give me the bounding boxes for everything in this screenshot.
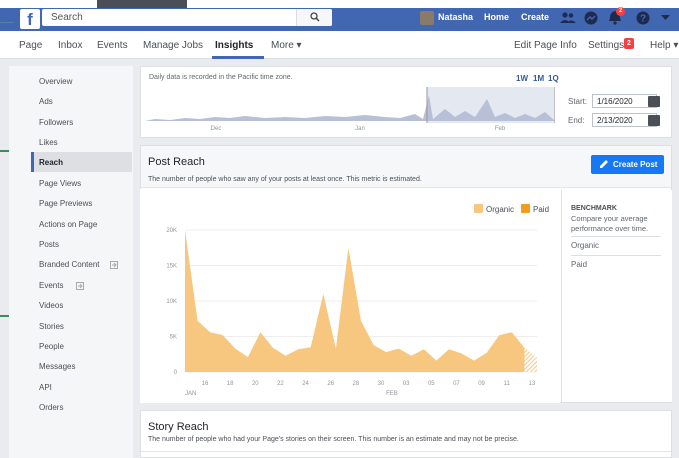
timezone-note: Daily data is recorded in the Pacific ti… bbox=[149, 74, 293, 81]
story-reach-description: The number of people who had your Page's… bbox=[148, 436, 519, 443]
calendar-icon[interactable] bbox=[648, 115, 660, 126]
sidebar-item-people[interactable]: People bbox=[39, 342, 64, 351]
x-tick-label: 13 bbox=[529, 381, 536, 387]
calendar-icon[interactable] bbox=[648, 96, 660, 107]
x-tick-label: 18 bbox=[227, 381, 234, 387]
sidebar-item-page-previews[interactable]: Page Previews bbox=[39, 199, 92, 208]
y-tick-label: 10K bbox=[166, 299, 177, 305]
sidebar-item-page-views[interactable]: Page Views bbox=[39, 179, 81, 188]
external-link-icon bbox=[110, 261, 118, 269]
sidebar-item-likes[interactable]: Likes bbox=[39, 138, 58, 147]
sidebar-item-orders[interactable]: Orders bbox=[39, 403, 63, 412]
friends-icon[interactable] bbox=[560, 12, 576, 24]
settings-link[interactable]: Settings bbox=[588, 40, 624, 51]
avatar[interactable] bbox=[420, 11, 434, 25]
edit-page-info-link[interactable]: Edit Page Info bbox=[514, 40, 577, 51]
overview-month-label: Dec bbox=[210, 126, 222, 132]
sidebar-item-actions-on-page[interactable]: Actions on Page bbox=[39, 220, 97, 229]
range-overview-chart[interactable] bbox=[145, 87, 555, 127]
sidebar-item-reach[interactable]: Reach bbox=[39, 158, 63, 167]
profile-link[interactable]: Natasha bbox=[438, 12, 473, 22]
edge-line bbox=[0, 22, 14, 23]
help-icon[interactable]: ? bbox=[636, 11, 650, 25]
x-tick-label: 16 bbox=[202, 381, 209, 387]
sidebar-item-posts[interactable]: Posts bbox=[39, 240, 59, 249]
reach-area-plot: 20K 15K 10K 5K 0 16 18 20 22 24 26 28 30 03 05 07 09 11 13… bbox=[166, 228, 537, 397]
y-tick-label: 0 bbox=[174, 370, 178, 376]
sidebar-item-messages[interactable]: Messages bbox=[39, 362, 75, 371]
divider bbox=[141, 451, 671, 452]
settings-badge: 2 bbox=[624, 38, 634, 49]
external-link-icon bbox=[76, 282, 84, 290]
facebook-logo-icon[interactable]: f bbox=[20, 9, 40, 29]
svg-text:?: ? bbox=[640, 14, 646, 25]
x-month-label: JAN bbox=[185, 391, 196, 397]
sidebar-item-videos[interactable]: Videos bbox=[39, 301, 63, 310]
messenger-icon[interactable] bbox=[584, 11, 598, 25]
sidebar-item-overview[interactable]: Overview bbox=[39, 77, 72, 86]
chevron-down-icon[interactable] bbox=[661, 15, 670, 21]
search-button[interactable] bbox=[296, 9, 332, 26]
magnifier-icon bbox=[310, 12, 320, 22]
benchmark-paid[interactable]: Paid bbox=[571, 260, 587, 269]
start-label: Start: bbox=[568, 97, 588, 106]
nav-page[interactable]: Page bbox=[19, 40, 42, 51]
range-1q[interactable]: 1Q bbox=[548, 74, 559, 83]
y-tick-label: 5K bbox=[170, 335, 177, 341]
active-tab-indicator bbox=[212, 56, 264, 59]
nav-insights[interactable]: Insights bbox=[215, 40, 253, 51]
sidebar-item-api[interactable]: API bbox=[39, 383, 52, 392]
overview-month-label: Feb bbox=[494, 126, 506, 132]
x-tick-label: 11 bbox=[504, 381, 511, 387]
divider bbox=[571, 236, 661, 237]
post-reach-title: Post Reach bbox=[148, 156, 205, 168]
nav-manage-jobs[interactable]: Manage Jobs bbox=[143, 40, 203, 51]
benchmark-organic[interactable]: Organic bbox=[571, 241, 599, 250]
sidebar-item-events[interactable]: Events bbox=[39, 281, 63, 290]
window-tab bbox=[97, 0, 187, 8]
x-tick-label: 26 bbox=[327, 381, 334, 387]
divider bbox=[571, 255, 661, 256]
search-input[interactable]: Search bbox=[42, 9, 332, 26]
x-tick-label: 22 bbox=[277, 381, 284, 387]
x-tick-label: 05 bbox=[428, 381, 435, 387]
x-month-label: FEB bbox=[386, 391, 398, 397]
create-link[interactable]: Create bbox=[521, 12, 549, 22]
x-tick-label: 09 bbox=[478, 381, 485, 387]
benchmark-title: BENCHMARK bbox=[571, 205, 617, 212]
x-tick-label: 28 bbox=[353, 381, 360, 387]
nav-inbox[interactable]: Inbox bbox=[58, 40, 82, 51]
sidebar-item-stories[interactable]: Stories bbox=[39, 322, 64, 331]
sidebar-item-branded-content[interactable]: Branded Content bbox=[39, 260, 100, 269]
sidebar-item-ads[interactable]: Ads bbox=[39, 97, 53, 106]
x-tick-label: 24 bbox=[302, 381, 309, 387]
insights-page: { "topbar": { "logo": "f", "search_place… bbox=[0, 0, 679, 458]
nav-more[interactable]: More ▾ bbox=[271, 40, 302, 51]
story-reach-title: Story Reach bbox=[148, 421, 209, 433]
sidebar-item-followers[interactable]: Followers bbox=[39, 118, 73, 127]
y-tick-label: 15K bbox=[166, 264, 177, 270]
post-reach-description: The number of people who saw any of your… bbox=[148, 176, 422, 183]
help-link[interactable]: Help ▾ bbox=[650, 40, 678, 51]
range-1w[interactable]: 1W bbox=[516, 74, 528, 83]
range-1m[interactable]: 1M bbox=[533, 74, 544, 83]
series-organic-partial-area bbox=[524, 347, 537, 372]
x-tick-label: 20 bbox=[252, 381, 259, 387]
notification-badge: 2 bbox=[616, 7, 625, 16]
benchmark-description: Compare your average performance over ti… bbox=[571, 214, 649, 233]
x-tick-label: 30 bbox=[378, 381, 385, 387]
home-link[interactable]: Home bbox=[484, 12, 509, 22]
pencil-icon bbox=[600, 160, 608, 168]
end-label: End: bbox=[568, 116, 585, 125]
x-tick-label: 03 bbox=[403, 381, 410, 387]
nav-events[interactable]: Events bbox=[97, 40, 128, 51]
overview-month-label: Jan bbox=[355, 126, 365, 132]
y-tick-label: 20K bbox=[166, 228, 177, 234]
x-tick-label: 07 bbox=[453, 381, 460, 387]
